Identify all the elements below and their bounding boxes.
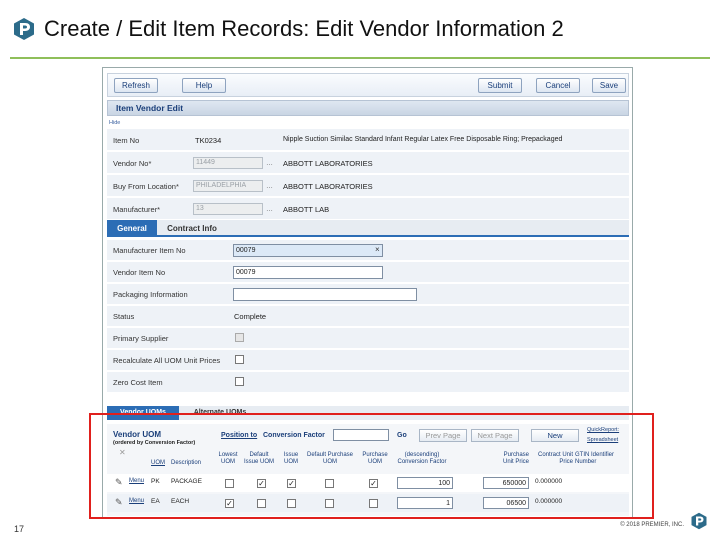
vendor-item-input[interactable]: 00079 <box>233 266 383 279</box>
manufacturer-item-input[interactable]: 00079 <box>233 244 383 257</box>
buy-from-name: ABBOTT LABORATORIES <box>283 182 373 191</box>
status-value: Complete <box>234 312 267 321</box>
copyright-text: © 2018 PREMIER, INC. <box>620 522 684 528</box>
vendor-item-label: Vendor Item No <box>113 268 166 277</box>
packaging-row: Packaging Information <box>107 284 629 305</box>
item-no-label: Item No <box>113 136 140 145</box>
manufacturer-lookup-icon[interactable]: … <box>266 206 273 213</box>
tab-bar: General Contract Info <box>107 220 629 237</box>
vendor-name: ABBOTT LABORATORIES <box>283 159 373 168</box>
zero-cost-row: Zero Cost Item <box>107 372 629 393</box>
manufacturer-name: ABBOTT LAB <box>283 205 330 214</box>
manufacturer-field: 13 <box>193 203 263 215</box>
vendor-no-label: Vendor No* <box>113 159 152 168</box>
title-divider <box>10 57 710 59</box>
tab-general[interactable]: General <box>107 220 157 237</box>
manufacturer-row: Manufacturer* 13 … ABBOTT LAB <box>107 198 629 220</box>
primary-supplier-label: Primary Supplier <box>113 334 169 343</box>
vendor-lookup-icon[interactable]: … <box>266 160 273 167</box>
highlight-box <box>89 413 654 519</box>
clear-icon[interactable]: × <box>375 245 380 254</box>
premier-footer-logo-icon <box>691 512 707 530</box>
hide-link[interactable]: Hide <box>109 120 120 126</box>
primary-supplier-row: Primary Supplier <box>107 328 629 349</box>
status-label: Status <box>113 312 135 321</box>
slide-number: 17 <box>14 524 25 534</box>
premier-logo-icon <box>14 18 34 40</box>
manufacturer-item-label: Manufacturer Item No <box>113 246 186 255</box>
primary-supplier-checkbox[interactable] <box>235 333 244 342</box>
vendor-no-field: 11449 <box>193 157 263 169</box>
buy-from-label: Buy From Location* <box>113 182 179 191</box>
recalc-row: Recalculate All UOM Unit Prices <box>107 350 629 371</box>
zero-cost-checkbox[interactable] <box>235 377 244 386</box>
recalc-checkbox[interactable] <box>235 355 244 364</box>
buy-from-row: Buy From Location* PHILADELPHIA … ABBOTT… <box>107 175 629 197</box>
manufacturer-label: Manufacturer* <box>113 205 161 214</box>
packaging-label: Packaging Information <box>113 290 188 299</box>
item-no-row: Item No TK0234 Nipple Suction Similac St… <box>107 129 629 151</box>
save-button[interactable]: Save <box>592 78 626 93</box>
toolbar: Refresh Help Submit Cancel Save <box>107 73 629 97</box>
packaging-input[interactable] <box>233 288 417 301</box>
refresh-button[interactable]: Refresh <box>114 78 158 93</box>
help-button[interactable]: Help <box>182 78 226 93</box>
tab-contract-info[interactable]: Contract Info <box>159 220 225 237</box>
vendor-item-row: Vendor Item No 00079 <box>107 262 629 283</box>
section-title: Item Vendor Edit <box>107 100 629 116</box>
buy-from-field: PHILADELPHIA <box>193 180 263 192</box>
item-no-value: TK0234 <box>195 136 222 145</box>
vendor-no-row: Vendor No* 11449 … ABBOTT LABORATORIES <box>107 152 629 174</box>
cancel-button[interactable]: Cancel <box>536 78 580 93</box>
manufacturer-item-row: Manufacturer Item No 00079 × <box>107 240 629 261</box>
location-lookup-icon[interactable]: … <box>266 183 273 190</box>
status-row: Status Complete <box>107 306 629 327</box>
zero-cost-label: Zero Cost Item <box>113 378 163 387</box>
slide-title: Create / Edit Item Records: Edit Vendor … <box>44 16 564 41</box>
submit-button[interactable]: Submit <box>478 78 522 93</box>
item-description: Nipple Suction Similac Standard Infant R… <box>283 136 563 143</box>
recalc-label: Recalculate All UOM Unit Prices <box>113 356 221 365</box>
